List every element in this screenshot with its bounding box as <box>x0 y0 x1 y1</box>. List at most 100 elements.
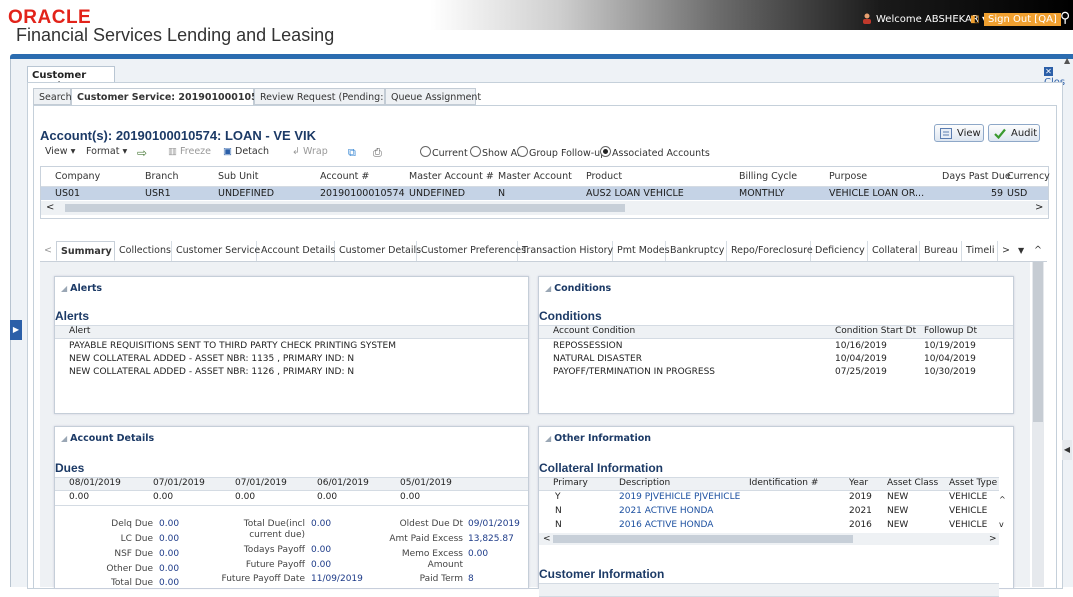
grid-scroll-thumb[interactable] <box>65 204 625 212</box>
copy-icon[interactable]: ⧉ <box>348 146 356 160</box>
condition-followup: 10/30/2019 <box>924 367 976 377</box>
scroll-left-icon[interactable]: < <box>46 202 54 213</box>
tabs-left-icon[interactable]: < <box>40 241 54 261</box>
primary-flag: N <box>555 520 562 530</box>
collateral-scroll-thumb[interactable] <box>553 535 853 543</box>
tab-pmt-modes[interactable]: Pmt Modes <box>613 241 670 261</box>
list-item[interactable]: PAYABLE REQUISITIONS SENT TO THIRD PARTY… <box>69 341 396 352</box>
tab-bureau[interactable]: Bureau <box>920 241 962 261</box>
paid-term-label: Paid Term <box>419 574 463 584</box>
col-master-account-num[interactable]: Master Account # <box>409 167 494 186</box>
tab-customer-service-main[interactable]: Customer Service <box>27 66 115 92</box>
subtab-review-request[interactable]: Review Request (Pending: 0) <box>254 88 396 105</box>
wrap-button[interactable]: ↲ Wrap <box>292 146 328 157</box>
expand-left-icon[interactable]: ▶ <box>10 320 22 340</box>
tabs-right-icon[interactable]: > <box>998 241 1012 261</box>
subtab-search[interactable]: Search <box>33 88 72 105</box>
table-scroll-down-icon[interactable]: v <box>999 519 1004 530</box>
scroll-right-icon[interactable]: > <box>989 534 997 545</box>
col-sub-unit[interactable]: Sub Unit <box>218 167 258 186</box>
account-details-panel-title[interactable]: ◢ Account Details <box>61 433 154 444</box>
collateral-type: VEHICLE <box>949 520 988 530</box>
radio-current[interactable]: Current <box>420 146 468 159</box>
print-icon[interactable]: ⎙ <box>373 146 382 160</box>
conditions-panel-title[interactable]: ◢ Conditions <box>545 283 611 294</box>
col-company[interactable]: Company <box>55 167 100 186</box>
table-scroll-up-icon[interactable]: ^ <box>999 494 1006 505</box>
col-followup[interactable]: Followup Dt <box>924 326 977 337</box>
col-asset-type[interactable]: Asset Type <box>949 478 997 489</box>
tab-timeline[interactable]: Timeli <box>962 241 998 261</box>
tab-customer-details[interactable]: Customer Details <box>335 241 421 261</box>
tab-bankruptcy[interactable]: Bankruptcy <box>666 241 727 261</box>
signout-button[interactable]: Sign Out [QA] <box>984 13 1061 26</box>
col-days-past-due[interactable]: Days Past Due <box>942 167 1011 186</box>
tab-collateral[interactable]: Collateral <box>868 241 920 261</box>
col-currency[interactable]: Currency <box>1007 167 1050 186</box>
radio-group-icon <box>517 146 528 157</box>
col-master-account[interactable]: Master Account <box>498 167 572 186</box>
condition-name[interactable]: NATURAL DISASTER <box>553 354 642 365</box>
cell-purpose: VEHICLE LOAN OR... <box>829 188 925 199</box>
col-account-condition[interactable]: Account Condition <box>553 326 635 337</box>
audit-button[interactable]: Audit <box>988 124 1040 142</box>
view-menu[interactable]: View ▾ <box>45 146 75 157</box>
tab-repo-foreclosure[interactable]: Repo/Foreclosure <box>727 241 813 261</box>
col-asset-class[interactable]: Asset Class <box>887 478 938 489</box>
col-identification[interactable]: Identification # <box>749 478 818 489</box>
col-product[interactable]: Product <box>586 167 622 186</box>
subtab-customer-service[interactable]: Customer Service: 20190100010574 <box>71 88 271 105</box>
collateral-link[interactable]: 2019 PJVEHICLE PJVEHICLE <box>619 492 740 503</box>
alerts-col-alert[interactable]: Alert <box>69 326 90 337</box>
condition-name[interactable]: REPOSSESSION <box>553 341 622 352</box>
delq-due-label: Delq Due <box>111 519 153 529</box>
col-billing-cycle[interactable]: Billing Cycle <box>739 167 797 186</box>
freeze-button[interactable]: ▥ Freeze <box>168 146 211 157</box>
collapse-triangle-icon: ◢ <box>61 434 68 443</box>
subtab-queue-assignment[interactable]: Queue Assignment <box>385 88 481 105</box>
tab-deficiency[interactable]: Deficiency <box>811 241 868 261</box>
scroll-up-icon[interactable]: ▲ <box>1064 56 1070 65</box>
tab-transaction-history[interactable]: Transaction History <box>518 241 613 261</box>
col-account[interactable]: Account # <box>320 167 369 186</box>
collateral-class: NEW <box>887 520 909 530</box>
col-purpose[interactable]: Purpose <box>829 167 867 186</box>
detach-button[interactable]: ▣ Detach <box>223 146 269 157</box>
col-description[interactable]: Description <box>619 478 670 489</box>
radio-show-all[interactable]: Show All <box>470 146 522 159</box>
radio-assoc-icon <box>600 146 611 157</box>
other-info-panel-title[interactable]: ◢ Other Information <box>545 433 651 444</box>
collapse-icon[interactable]: ^ <box>1030 241 1044 261</box>
memo-excess-value: 0.00 <box>468 549 489 559</box>
tab-customer-preferences[interactable]: Customer Preferences <box>417 241 526 261</box>
tab-summary[interactable]: Summary <box>56 241 115 261</box>
tab-collections[interactable]: Collections <box>115 241 172 261</box>
collateral-link[interactable]: 2021 ACTIVE HONDA <box>619 506 713 517</box>
scroll-right-icon[interactable]: > <box>1035 202 1043 213</box>
scroll-left-icon[interactable]: < <box>543 534 551 545</box>
view-button[interactable]: View <box>934 124 984 142</box>
tab-account-details[interactable]: Account Details <box>257 241 335 261</box>
expand-right-icon[interactable]: ◀ <box>1062 440 1072 460</box>
alerts-heading: Alerts <box>55 309 90 323</box>
col-branch[interactable]: Branch <box>145 167 179 186</box>
summary-scroll-thumb[interactable] <box>1033 262 1043 422</box>
search-icon[interactable]: ⚲ <box>1060 10 1070 26</box>
tabs-menu-icon[interactable]: ▼ <box>1014 241 1028 261</box>
radio-group-followup[interactable]: Group Follow-up <box>517 146 606 159</box>
radio-associated-accounts[interactable]: Associated Accounts <box>600 146 710 159</box>
condition-name[interactable]: PAYOFF/TERMINATION IN PROGRESS <box>553 367 715 378</box>
export-icon[interactable]: ⇨ <box>137 146 147 160</box>
tab-customer-service[interactable]: Customer Service <box>172 241 260 261</box>
due-amount: 0.00 <box>69 492 90 502</box>
due-date: 06/01/2019 <box>317 478 369 488</box>
format-menu[interactable]: Format ▾ <box>86 146 127 157</box>
collateral-link[interactable]: 2016 ACTIVE HONDA <box>619 520 713 531</box>
col-year[interactable]: Year <box>849 478 868 489</box>
alerts-panel-title[interactable]: ◢ Alerts <box>61 283 102 294</box>
col-condition-start[interactable]: Condition Start Dt <box>835 326 916 337</box>
col-primary[interactable]: Primary <box>553 478 588 489</box>
list-item[interactable]: NEW COLLATERAL ADDED - ASSET NBR: 1126 ,… <box>69 367 354 378</box>
total-due-incl-value: 0.00 <box>311 519 332 529</box>
list-item[interactable]: NEW COLLATERAL ADDED - ASSET NBR: 1135 ,… <box>69 354 354 365</box>
